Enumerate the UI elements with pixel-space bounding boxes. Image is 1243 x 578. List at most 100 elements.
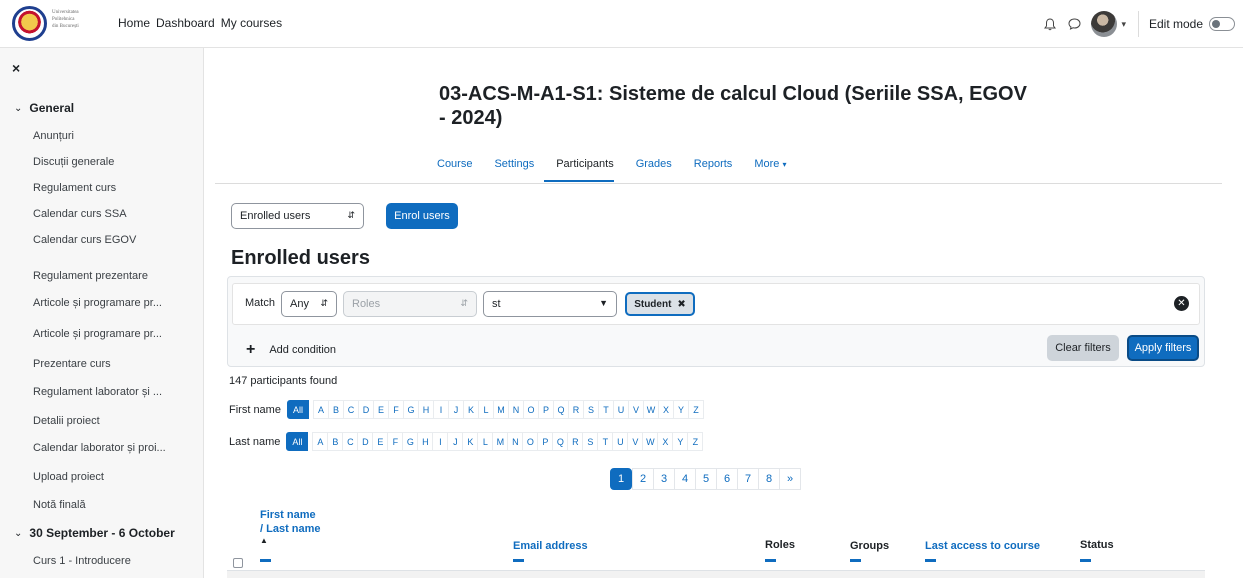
sidebar-item[interactable]: Calendar curs SSA [33, 208, 127, 220]
clear-filters-button[interactable]: Clear filters [1047, 335, 1119, 361]
page-link[interactable]: 4 [674, 468, 696, 490]
sidebar-item[interactable]: Regulament prezentare [33, 270, 148, 282]
chevron-down-icon[interactable]: ▾ [1121, 19, 1126, 30]
remove-filter-icon[interactable]: ✕ [1174, 296, 1189, 311]
sidebar-item[interactable]: Curs 1 - Introducere [33, 555, 131, 567]
sidebar-item[interactable]: Articole și programare pr... [33, 328, 162, 340]
initial-letter[interactable]: F [387, 432, 404, 451]
initial-letter[interactable]: Z [687, 400, 704, 419]
initial-letter[interactable]: Q [552, 432, 569, 451]
sidebar-item[interactable]: Anunțuri [33, 130, 74, 142]
initial-letter[interactable]: S [582, 400, 599, 419]
filter-type-select[interactable]: Roles ⇵ [343, 291, 477, 317]
initial-letter[interactable]: U [612, 432, 629, 451]
initial-letter[interactable]: I [432, 432, 449, 451]
initial-letter[interactable]: X [657, 400, 674, 419]
initial-letter[interactable]: A [312, 432, 329, 451]
selected-role-tag[interactable]: Student ✖ [625, 292, 695, 316]
match-select[interactable]: Any ⇵ [281, 291, 337, 317]
initial-letter[interactable]: A [312, 400, 329, 419]
initial-letter[interactable]: O [522, 400, 539, 419]
tab-grades[interactable]: Grades [636, 158, 672, 170]
next-page-link[interactable]: » [779, 468, 801, 490]
university-logo[interactable] [12, 6, 47, 41]
initial-letter[interactable]: T [597, 432, 614, 451]
initial-letter[interactable]: M [492, 400, 509, 419]
select-all-checkbox[interactable] [233, 558, 243, 568]
column-first-name[interactable]: First name [260, 509, 316, 521]
initial-letter[interactable]: J [447, 400, 464, 419]
edit-mode-toggle[interactable] [1209, 17, 1235, 31]
sidebar-item[interactable]: Upload proiect [33, 471, 104, 483]
initial-letter[interactable]: R [567, 432, 584, 451]
sidebar-item[interactable]: Regulament curs [33, 182, 116, 194]
initial-letter[interactable]: Y [672, 400, 689, 419]
initial-letter[interactable]: Z [687, 432, 704, 451]
initial-all[interactable]: All [286, 432, 309, 451]
page-link[interactable]: 3 [653, 468, 675, 490]
sidebar-item[interactable]: Prezentare curs [33, 358, 111, 370]
collapse-column-icon[interactable] [513, 559, 524, 562]
tab-more[interactable]: More ▾ [754, 158, 786, 170]
section-general[interactable]: ⌄ General [14, 101, 74, 115]
tab-settings[interactable]: Settings [494, 158, 534, 170]
initial-letter[interactable]: Q [552, 400, 569, 419]
initial-letter[interactable]: N [507, 400, 524, 419]
initial-letter[interactable]: R [567, 400, 584, 419]
initial-all[interactable]: All [286, 400, 309, 419]
bell-icon[interactable] [1043, 17, 1057, 31]
close-drawer-icon[interactable]: × [12, 60, 20, 76]
page-link[interactable]: 2 [632, 468, 654, 490]
column-last-access[interactable]: Last access to course [925, 540, 1040, 552]
initial-letter[interactable]: P [537, 400, 554, 419]
initial-letter[interactable]: K [462, 400, 479, 419]
initial-letter[interactable]: C [342, 400, 359, 419]
initial-letter[interactable]: B [327, 432, 344, 451]
initial-letter[interactable]: C [342, 432, 359, 451]
sidebar-item[interactable]: Detalii proiect [33, 415, 100, 427]
initial-letter[interactable]: I [432, 400, 449, 419]
initial-letter[interactable]: S [582, 432, 599, 451]
sidebar-item[interactable]: Notă finală [33, 499, 86, 511]
chevron-down-icon[interactable]: ⌄ [14, 528, 22, 539]
section-week-1[interactable]: ⌄ 30 September - 6 October [14, 526, 175, 540]
sidebar-item[interactable]: Regulament laborator și ... [33, 386, 162, 398]
column-last-name[interactable]: / Last name [260, 523, 321, 535]
collapse-column-icon[interactable] [925, 559, 936, 562]
nav-dashboard[interactable]: Dashboard [156, 16, 215, 30]
initial-letter[interactable]: Y [672, 432, 689, 451]
initial-letter[interactable]: X [657, 432, 674, 451]
sidebar-item[interactable]: Calendar curs EGOV [33, 234, 136, 246]
initial-letter[interactable]: V [627, 400, 644, 419]
nav-home[interactable]: Home [118, 16, 150, 30]
column-email[interactable]: Email address [513, 540, 588, 552]
collapse-column-icon[interactable] [765, 559, 776, 562]
collapse-column-icon[interactable] [1080, 559, 1091, 562]
table-row[interactable] [227, 571, 1205, 578]
initial-letter[interactable]: H [417, 400, 434, 419]
user-avatar[interactable] [1091, 11, 1118, 37]
sidebar-item[interactable]: Articole și programare pr... [33, 297, 162, 309]
initial-letter[interactable]: E [372, 400, 389, 419]
sidebar-item[interactable]: Calendar laborator și proi... [33, 442, 166, 454]
initial-letter[interactable]: J [447, 432, 464, 451]
initial-letter[interactable]: G [402, 400, 419, 419]
initial-letter[interactable]: V [627, 432, 644, 451]
chat-bubble-icon[interactable] [1067, 17, 1081, 31]
initial-letter[interactable]: F [387, 400, 404, 419]
initial-letter[interactable]: W [642, 400, 659, 419]
collapse-column-icon[interactable] [260, 559, 271, 562]
enrol-users-button[interactable]: Enrol users [386, 203, 458, 229]
page-link[interactable]: 7 [737, 468, 759, 490]
page-link[interactable]: 5 [695, 468, 717, 490]
initial-letter[interactable]: M [492, 432, 509, 451]
close-icon[interactable]: ✖ [677, 299, 685, 310]
initial-letter[interactable]: W [642, 432, 659, 451]
page-link[interactable]: 6 [716, 468, 738, 490]
initial-letter[interactable]: K [462, 432, 479, 451]
page-link-current[interactable]: 1 [610, 468, 632, 490]
tab-course[interactable]: Course [437, 158, 472, 170]
initial-letter[interactable]: L [477, 400, 494, 419]
initial-letter[interactable]: B [327, 400, 344, 419]
initial-letter[interactable]: T [597, 400, 614, 419]
